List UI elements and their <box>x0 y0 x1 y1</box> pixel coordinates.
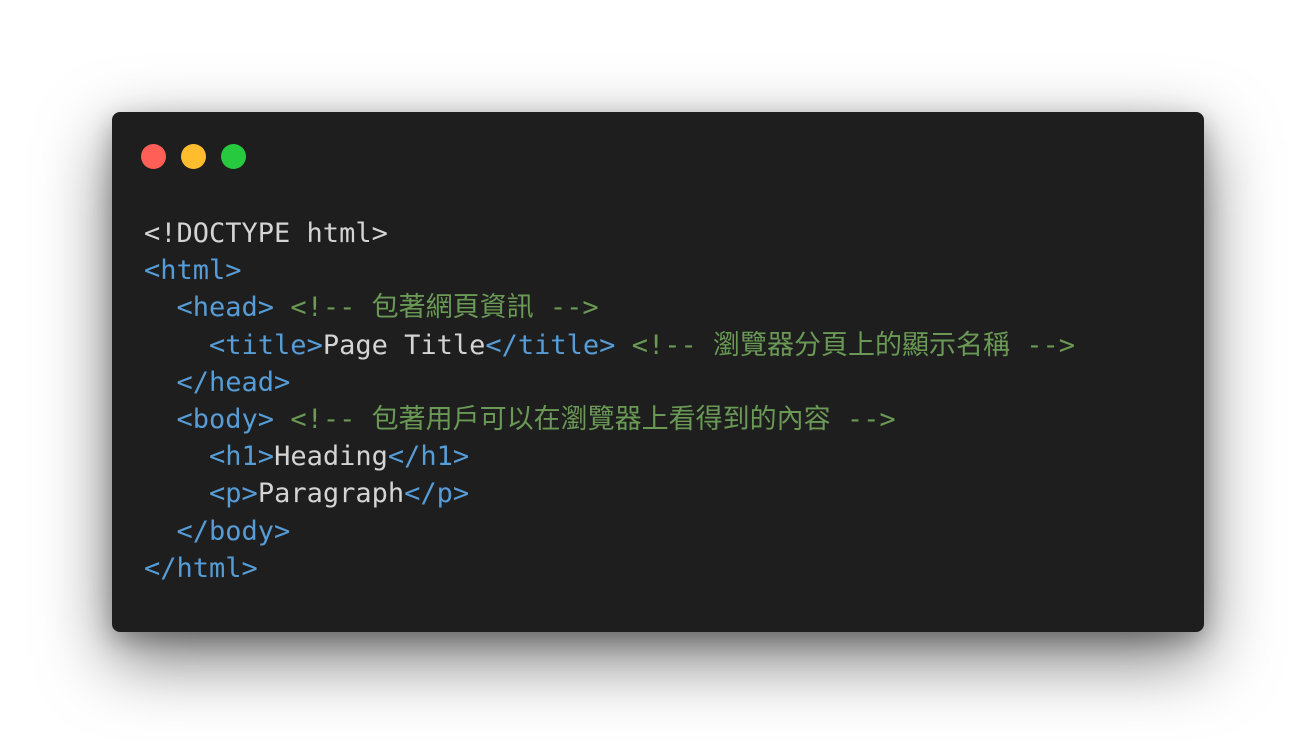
code-line: <body> <!-- 包著用戶可以在瀏覽器上看得到的內容 --> <box>144 401 1075 438</box>
window-controls <box>141 144 246 169</box>
code-tag: </p> <box>404 478 470 510</box>
code-text: Heading <box>274 441 388 473</box>
code-tag: </title> <box>485 329 616 361</box>
code-text: Paragraph <box>257 478 405 510</box>
code-tag: </body> <box>176 515 291 547</box>
code-window: <!DOCTYPE html> <html> <head> <!-- 包著網頁資訊… <box>112 112 1204 632</box>
page: <!DOCTYPE html> <html> <head> <!-- 包著網頁資訊… <box>0 0 1316 744</box>
code-tag: <p> <box>209 478 258 510</box>
code-comment: <!-- 瀏覽器分頁上的顯示名稱 --> <box>631 329 1076 361</box>
code-comment: <!-- 包著網頁資訊 --> <box>290 292 599 324</box>
code-line: <!DOCTYPE html> <box>144 215 1075 252</box>
code-comment: <!-- 包著用戶可以在瀏覽器上看得到的內容 --> <box>290 403 896 435</box>
code-line: <p>Paragraph</p> <box>144 475 1075 512</box>
code-line: </body> <box>144 513 1075 550</box>
code-tag: <body> <box>176 403 275 435</box>
code-line: <html> <box>144 252 1075 289</box>
code-line: </head> <box>144 364 1075 401</box>
code-text: Page Title <box>322 329 486 361</box>
code-tag: </h1> <box>387 441 470 473</box>
close-dot[interactable] <box>141 144 166 169</box>
code-tag: </html> <box>144 552 258 584</box>
code-tag: <title> <box>209 329 323 361</box>
code-tag: <head> <box>176 292 275 324</box>
code-block: <!DOCTYPE html> <html> <head> <!-- 包著網頁資訊… <box>144 215 1075 587</box>
code-line: <head> <!-- 包著網頁資訊 --> <box>144 289 1075 326</box>
code-tag: <html> <box>144 255 242 287</box>
code-line: <title>Page Title</title> <!-- 瀏覽器分頁上的顯示… <box>144 327 1075 364</box>
code-tag: </head> <box>176 366 291 398</box>
code-tag: <h1> <box>209 441 275 473</box>
minimize-dot[interactable] <box>181 144 206 169</box>
code-doctype: <!DOCTYPE html> <box>144 218 388 249</box>
code-line: <h1>Heading</h1> <box>144 438 1075 475</box>
code-line: </html> <box>144 550 1075 587</box>
maximize-dot[interactable] <box>221 144 246 169</box>
